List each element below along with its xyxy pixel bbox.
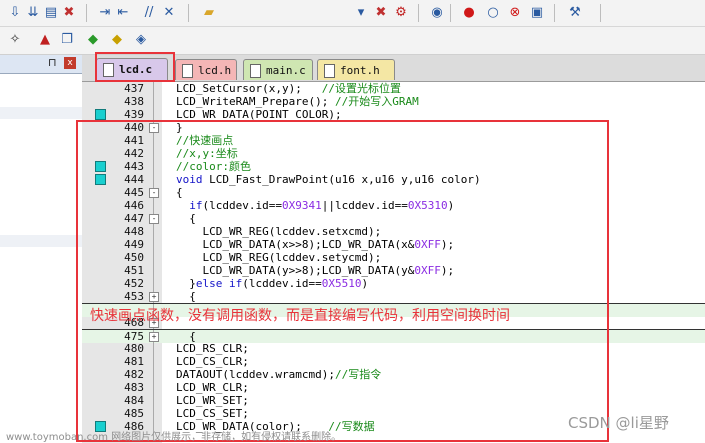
toolbar-separator [600,4,601,22]
code-token: //设置光标位置 [321,82,401,95]
stop-build-icon[interactable]: ✖ [60,4,78,22]
magic-wand-icon[interactable]: ✧ [6,31,24,49]
start-debug-icon[interactable]: ◉ [428,4,446,22]
window-icon[interactable]: ▣ [528,4,546,22]
green-diamond-icon[interactable]: ◆ [84,31,102,49]
project-pane-header: ⊓ x [0,55,82,74]
tab-label: font.h [340,64,380,77]
toolbar-separator [554,4,555,22]
editor-tab-bar: lcd.c lcd.h main.c font.h [82,55,705,82]
file-icon [182,64,193,78]
build-toolbar: ✧ ▲ ❐ ◆ ◆ ◈ [0,27,705,55]
annotation-box [76,120,609,442]
download-icon[interactable]: ⇩ [6,4,24,22]
fold-guide [153,82,154,95]
unindent-icon[interactable]: ⇤ [114,4,132,22]
toolbar-separator [86,4,87,22]
close-file-icon[interactable]: ✖ [372,4,390,22]
uncomment-icon[interactable]: ✕ [160,4,178,22]
code-token: LCD_WriteRAM_Prepare(); [176,95,335,108]
stack-icon[interactable]: ◈ [132,31,150,49]
tools-icon[interactable]: ⚒ [566,4,584,22]
line-number: 438 [124,95,144,108]
yellow-diamond-icon[interactable]: ◆ [108,31,126,49]
download-all-icon[interactable]: ⇊ [24,4,42,22]
tab-label: lcd.h [198,64,232,77]
copy-icon[interactable]: ❐ [58,31,76,49]
pane-row[interactable] [0,235,82,247]
code-token: //开始写入GRAM [334,95,419,108]
toolbar-separator [188,4,189,22]
code-line[interactable]: 437 LCD_SetCursor(x,y); //设置光标位置 [82,82,705,95]
main-toolbar: ⇩ ⇊ ▤ ✖ ⇥ ⇤//✕ ▰ ▾ ✖ ⚙ ◉ ● ○ ⊗ ▣ ⚒ [0,0,705,27]
tab-main-c[interactable]: main.c [243,59,313,80]
tab-highlight-box [95,52,175,82]
pane-row[interactable] [0,107,82,119]
code-line[interactable]: 438 LCD_WriteRAM_Prepare(); //开始写入GRAM [82,95,705,108]
toolbar-separator [450,4,451,22]
kill-breakpoints-icon[interactable]: ⊗ [506,4,524,22]
line-number: 437 [124,82,144,95]
file-icon [250,64,261,78]
dropdown-icon[interactable]: ▾ [352,4,370,22]
disabled-breakpoint-icon[interactable]: ○ [484,4,502,22]
tab-label: main.c [266,64,306,77]
open-folder-icon[interactable]: ▰ [200,4,218,22]
project-pane: ⊓ x [0,55,83,443]
tab-font-h[interactable]: font.h [317,59,395,80]
close-pane-icon[interactable]: x [64,57,76,69]
breakpoint-icon[interactable]: ● [460,4,478,22]
target-options-icon[interactable]: ▲ [36,31,54,49]
credit-text: CSDN @li星野 [568,414,669,432]
code-text: LCD_WriteRAM_Prepare(); //开始写入GRAM [176,95,419,108]
toolbar-separator [418,4,419,22]
debug-icon[interactable]: ⚙ [392,4,410,22]
tab-lcd-h[interactable]: lcd.h [175,59,237,80]
watermark-text: www.toymoban.com 网络图片仅供展示，非存储，如有侵权请联系删除。 [6,432,342,443]
code-token: LCD_SetCursor(x,y); [176,82,322,95]
fold-guide [153,95,154,108]
pin-icon[interactable]: ⊓ [48,56,57,69]
file-icon [324,64,335,78]
code-text: LCD_SetCursor(x,y); //设置光标位置 [176,82,401,95]
comment-icon[interactable]: // [140,4,158,22]
annotation-text: 快速画点函数，没有调用函数，而是直接编写代码，利用空间换时间 [90,308,510,324]
indent-icon[interactable]: ⇥ [96,4,114,22]
translate-icon[interactable]: ▤ [42,4,60,22]
